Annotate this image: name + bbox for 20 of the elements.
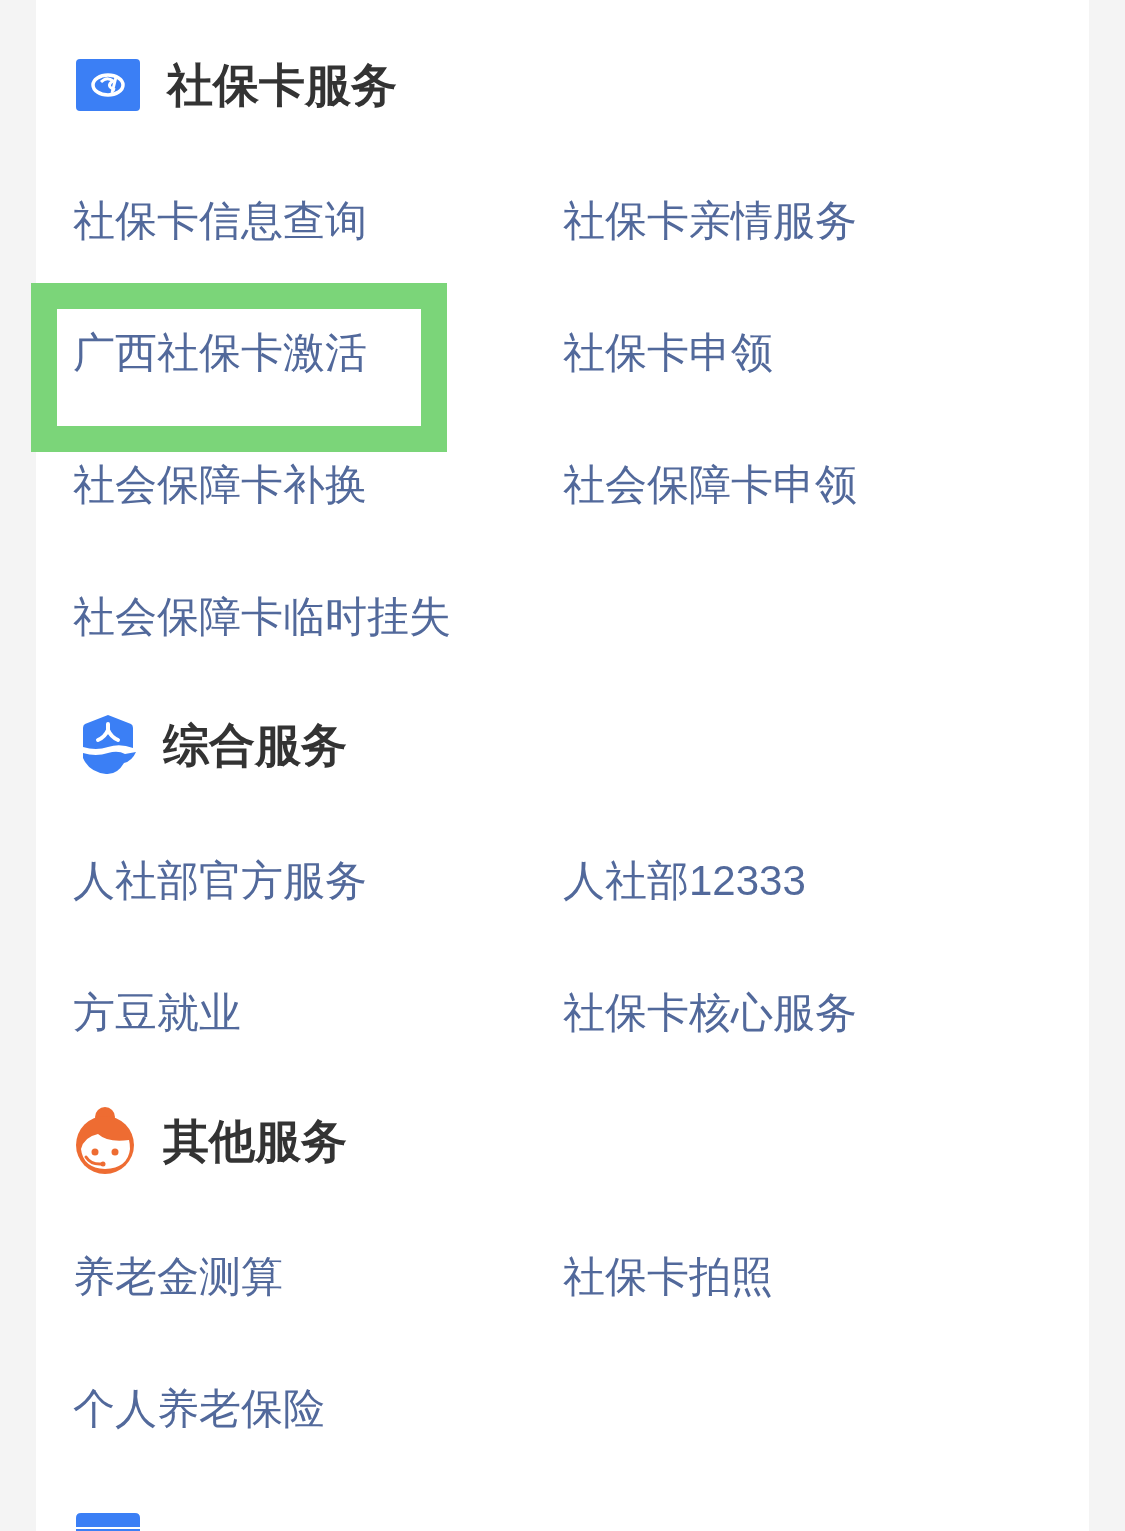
- service-link[interactable]: 养老金测算: [73, 1251, 283, 1303]
- shield-person-icon: [80, 715, 136, 775]
- service-link[interactable]: 社会保障卡申领: [563, 459, 857, 511]
- service-link[interactable]: 广西社保卡激活: [73, 327, 367, 379]
- service-link[interactable]: 社保卡亲情服务: [563, 195, 857, 247]
- section-title: 社保卡服务: [167, 58, 397, 113]
- social-security-logo-icon: [76, 59, 140, 111]
- service-link[interactable]: 社会保障卡补换: [73, 459, 367, 511]
- service-link[interactable]: 方豆就业: [73, 987, 241, 1039]
- service-link[interactable]: 社保卡申领: [563, 327, 773, 379]
- service-link[interactable]: 社保卡信息查询: [73, 195, 367, 247]
- section-title: 其他服务: [163, 1114, 347, 1169]
- service-link[interactable]: 人社部官方服务: [73, 855, 367, 907]
- service-link[interactable]: 社会保障卡临时挂失: [73, 591, 451, 643]
- agent-face-icon: [74, 1107, 136, 1175]
- service-link[interactable]: 人社部12333: [563, 855, 806, 907]
- service-link[interactable]: 社保卡核心服务: [563, 987, 857, 1039]
- service-link[interactable]: 个人养老保险: [73, 1383, 325, 1435]
- section-title: 综合服务: [163, 718, 347, 773]
- service-link[interactable]: 社保卡拍照: [563, 1251, 773, 1303]
